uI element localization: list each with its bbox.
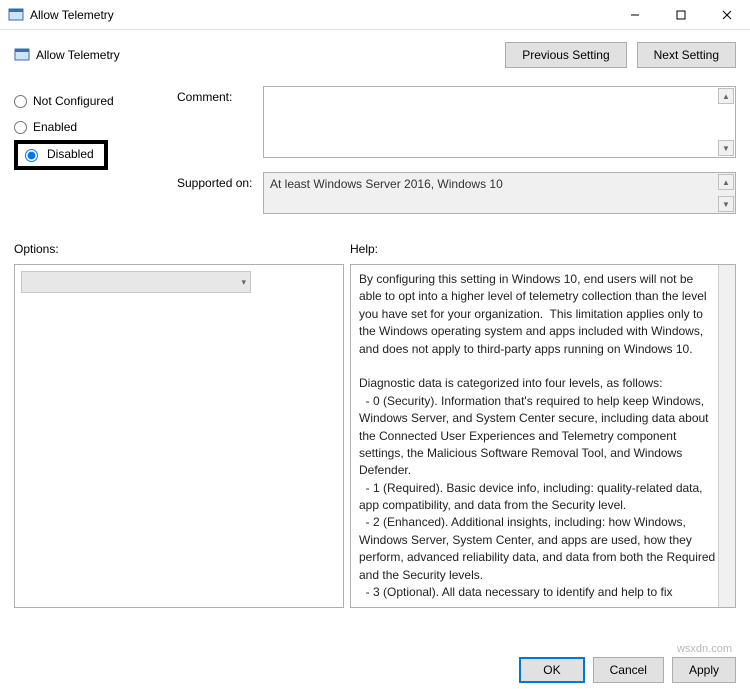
- maximize-button[interactable]: [658, 0, 704, 30]
- supported-on-value: At least Windows Server 2016, Windows 10: [270, 177, 503, 191]
- radio-not-configured-input[interactable]: [14, 95, 27, 108]
- radio-disabled-highlight: Disabled: [14, 140, 108, 170]
- radio-disabled-input[interactable]: [25, 149, 38, 162]
- help-scrollbar[interactable]: [718, 265, 735, 607]
- options-panel: ▾: [14, 264, 344, 608]
- scroll-up-icon[interactable]: ▲: [718, 174, 734, 190]
- options-label: Options:: [14, 242, 344, 264]
- comment-label: Comment:: [177, 86, 263, 158]
- policy-header: Allow Telemetry Previous Setting Next Se…: [14, 42, 736, 68]
- policy-icon: [14, 47, 30, 63]
- window-title: Allow Telemetry: [30, 8, 612, 22]
- help-text: By configuring this setting in Windows 1…: [359, 271, 717, 601]
- radio-disabled-label: Disabled: [47, 147, 94, 161]
- policy-title: Allow Telemetry: [36, 48, 120, 62]
- help-panel[interactable]: By configuring this setting in Windows 1…: [350, 264, 736, 608]
- supported-on-text: At least Windows Server 2016, Windows 10…: [263, 172, 736, 214]
- supported-on-label: Supported on:: [177, 172, 263, 214]
- next-setting-button[interactable]: Next Setting: [637, 42, 736, 68]
- radio-enabled-label: Enabled: [33, 120, 77, 134]
- apply-button[interactable]: Apply: [672, 657, 736, 683]
- app-icon: [8, 7, 24, 23]
- minimize-button[interactable]: [612, 0, 658, 30]
- scroll-up-icon[interactable]: ▲: [718, 88, 734, 104]
- window-titlebar: Allow Telemetry: [0, 0, 750, 30]
- scroll-down-icon[interactable]: ▼: [718, 196, 734, 212]
- options-dropdown[interactable]: ▾: [21, 271, 251, 293]
- previous-setting-button[interactable]: Previous Setting: [505, 42, 626, 68]
- scroll-down-icon[interactable]: ▼: [718, 140, 734, 156]
- dialog-footer: OK Cancel Apply: [519, 657, 736, 683]
- comment-textarea[interactable]: ▲ ▼: [263, 86, 736, 158]
- radio-not-configured-label: Not Configured: [33, 94, 114, 108]
- radio-enabled-input[interactable]: [14, 121, 27, 134]
- chevron-down-icon: ▾: [241, 277, 246, 288]
- watermark: wsxdn.com: [677, 643, 732, 655]
- cancel-button[interactable]: Cancel: [593, 657, 664, 683]
- help-label: Help:: [350, 242, 736, 264]
- radio-enabled[interactable]: Enabled: [14, 114, 159, 140]
- radio-not-configured[interactable]: Not Configured: [14, 88, 159, 114]
- state-radio-group: Not Configured Enabled Disabled: [14, 86, 159, 228]
- ok-button[interactable]: OK: [519, 657, 584, 683]
- close-button[interactable]: [704, 0, 750, 30]
